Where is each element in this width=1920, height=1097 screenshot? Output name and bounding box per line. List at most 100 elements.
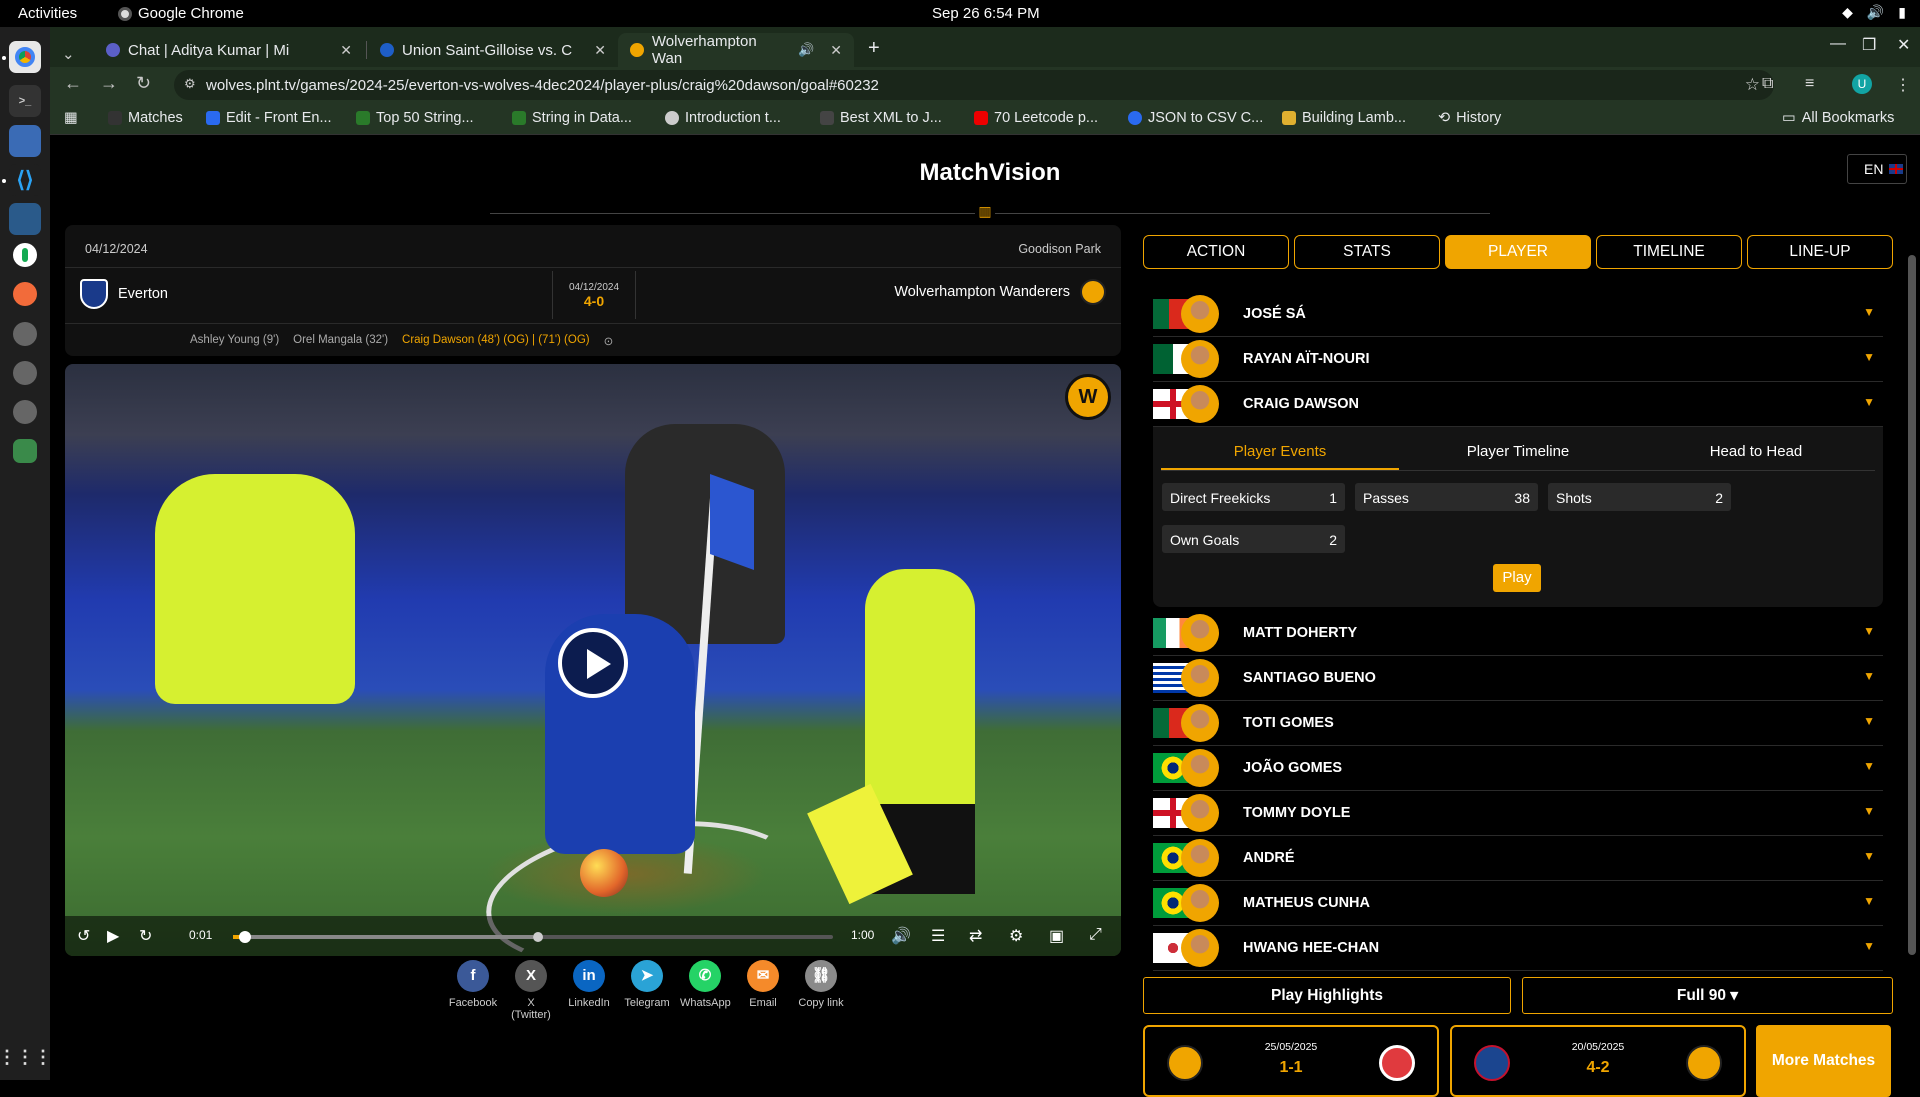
tab-chat[interactable]: Chat | Aditya Kumar | Mi ✕ (94, 33, 364, 67)
app-menu[interactable]: Google Chrome (118, 5, 244, 22)
language-selector[interactable]: EN (1847, 154, 1907, 184)
rewind-10-icon[interactable]: ↺ (77, 926, 90, 946)
play-icon[interactable]: ▶ (107, 926, 119, 946)
player-row[interactable]: JOSÉ SÁ ▼ (1153, 293, 1883, 337)
brand-title[interactable]: MatchVision (910, 159, 1070, 187)
player-row[interactable]: TOTI GOMES ▼ (1153, 702, 1883, 746)
system-tray[interactable]: ◆ 🔊 ▮ (1842, 4, 1906, 21)
dock-disk-icon-2[interactable] (13, 361, 37, 385)
new-tab-button[interactable]: + (856, 31, 892, 65)
player-row[interactable]: CRAIG DAWSON ▼ (1153, 383, 1883, 427)
share-copy-link[interactable]: ⛓ Copy link (796, 960, 846, 1021)
chapters-icon[interactable]: ☰ (931, 926, 945, 946)
share-whatsapp[interactable]: ✆ WhatsApp (680, 960, 731, 1021)
player-row[interactable]: RAYAN AÏT-NOURI ▼ (1153, 338, 1883, 382)
subtab-player-timeline[interactable]: Player Timeline (1399, 435, 1637, 470)
dock-trash-icon[interactable] (13, 439, 37, 463)
settings-icon[interactable]: ⚙ (1009, 926, 1023, 946)
bookmark-matches[interactable]: Matches (108, 110, 183, 126)
more-matches-button[interactable]: More Matches (1756, 1025, 1891, 1097)
bookmark-history[interactable]: ⟲ History (1438, 110, 1501, 126)
progress-bar[interactable] (233, 931, 833, 943)
player-row[interactable]: MATHEUS CUNHA ▼ (1153, 882, 1883, 926)
close-window-icon[interactable]: ✕ (1897, 35, 1910, 55)
player-row[interactable]: HWANG HEE-CHAN ▼ (1153, 927, 1883, 971)
match-card-2[interactable]: 20/05/2025 4-2 (1450, 1025, 1746, 1097)
dock-disk-icon-3[interactable] (13, 400, 37, 424)
stat-own-goals[interactable]: Own Goals 2 (1162, 525, 1345, 553)
stat-direct-freekicks[interactable]: Direct Freekicks 1 (1162, 483, 1345, 511)
player-row[interactable]: JOÃO GOMES ▼ (1153, 747, 1883, 791)
scrollbar[interactable] (1908, 255, 1916, 955)
full90-dropdown[interactable]: Full 90 ▾ (1522, 977, 1893, 1014)
bookmark-top50[interactable]: Top 50 String... (356, 110, 474, 126)
player-row[interactable]: SANTIAGO BUENO ▼ (1153, 657, 1883, 701)
tab-player[interactable]: PLAYER (1445, 235, 1591, 269)
profile-avatar[interactable]: U (1852, 74, 1872, 94)
forward-icon[interactable]: → (100, 73, 118, 94)
player-row[interactable]: ANDRÉ ▼ (1153, 837, 1883, 881)
chevron-down-icon[interactable]: ▼ (1863, 714, 1875, 728)
share-linkedin[interactable]: in LinkedIn (564, 960, 614, 1021)
player-row[interactable]: TOMMY DOYLE ▼ (1153, 792, 1883, 836)
player-row[interactable]: MATT DOHERTY ▼ (1153, 612, 1883, 656)
extensions-icon[interactable]: ⧉ (1762, 75, 1773, 93)
tab-wolves[interactable]: Wolverhampton Wan 🔊 ✕ (618, 33, 854, 67)
tab-line-up[interactable]: LINE-UP (1747, 235, 1893, 269)
chevron-down-icon[interactable]: ▼ (1863, 305, 1875, 319)
dock-files-icon[interactable] (9, 125, 41, 157)
pip-icon[interactable]: ▣ (1049, 926, 1064, 946)
media-icon[interactable]: ≡ (1805, 75, 1814, 93)
chevron-down-icon[interactable]: ▼ (1863, 350, 1875, 364)
chevron-down-icon[interactable]: ▼ (1863, 669, 1875, 683)
chevron-down-icon[interactable]: ▼ (1863, 624, 1875, 638)
apps-grid-icon[interactable]: ▦ (64, 110, 78, 126)
close-icon[interactable]: ✕ (340, 42, 352, 59)
close-icon[interactable]: ✕ (594, 42, 606, 59)
bar-chart-icon[interactable]: ▥ (975, 203, 995, 221)
chevron-down-icon[interactable]: ▼ (1863, 939, 1875, 953)
progress-knob[interactable] (239, 931, 251, 943)
share-email[interactable]: ✉ Email (738, 960, 788, 1021)
site-info-icon[interactable]: ⚙ (184, 76, 196, 92)
dock-mysql-icon[interactable] (9, 203, 41, 235)
bookmark-string[interactable]: String in Data... (512, 110, 632, 126)
fullscreen-icon[interactable]: ⤢ (1089, 926, 1102, 944)
clock[interactable]: Sep 26 6:54 PM (932, 5, 1040, 22)
play-highlights-button[interactable]: Play Highlights (1143, 977, 1511, 1014)
subtab-head-to-head[interactable]: Head to Head (1637, 435, 1875, 470)
dock-disk-icon-1[interactable] (13, 322, 37, 346)
share-x-twitter[interactable]: X X (Twitter) (506, 960, 556, 1021)
bookmark-intro[interactable]: Introduction t... (665, 110, 781, 126)
match-card-1[interactable]: 25/05/2025 1-1 (1143, 1025, 1439, 1097)
close-icon[interactable]: ✕ (830, 42, 842, 59)
bookmark-star-icon[interactable]: ☆ (1745, 75, 1760, 95)
chevron-down-icon[interactable]: ▼ (1863, 849, 1875, 863)
tab-action[interactable]: ACTION (1143, 235, 1289, 269)
bookmark-json[interactable]: JSON to CSV C... (1128, 110, 1263, 126)
forward-10-icon[interactable]: ↻ (139, 926, 152, 946)
play-events-button[interactable]: Play (1493, 564, 1541, 592)
minimize-icon[interactable]: — (1830, 35, 1846, 53)
tab-union[interactable]: Union Saint-Gilloise vs. C ✕ (368, 33, 618, 67)
back-icon[interactable]: ← (64, 73, 82, 94)
tab-search-button[interactable]: ⌄ (50, 37, 96, 71)
chevron-down-icon[interactable]: ▼ (1863, 759, 1875, 773)
subtab-player-events[interactable]: Player Events (1161, 435, 1399, 470)
bookmark-xml[interactable]: Best XML to J... (820, 110, 942, 126)
chapter-marker[interactable] (533, 932, 543, 942)
reload-icon[interactable]: ↻ (136, 73, 151, 94)
restore-icon[interactable]: ❐ (1862, 35, 1876, 55)
dock-vscode-icon[interactable]: ⟨⟩ (9, 164, 41, 196)
bookmark-leetcode[interactable]: 70 Leetcode p... (974, 110, 1098, 126)
volume-icon[interactable]: 🔊 (891, 926, 911, 946)
stat-shots[interactable]: Shots 2 (1548, 483, 1731, 511)
share-telegram[interactable]: ➤ Telegram (622, 960, 672, 1021)
audio-icon[interactable]: 🔊 (798, 42, 814, 58)
loop-icon[interactable]: ⇄ (969, 926, 982, 946)
show-apps-icon[interactable]: ⋮⋮⋮ (0, 1041, 52, 1073)
dock-postman-icon[interactable] (13, 282, 37, 306)
tab-timeline[interactable]: TIMELINE (1596, 235, 1742, 269)
activities-button[interactable]: Activities (18, 5, 77, 22)
dock-terminal-icon[interactable]: >_ (9, 85, 41, 117)
